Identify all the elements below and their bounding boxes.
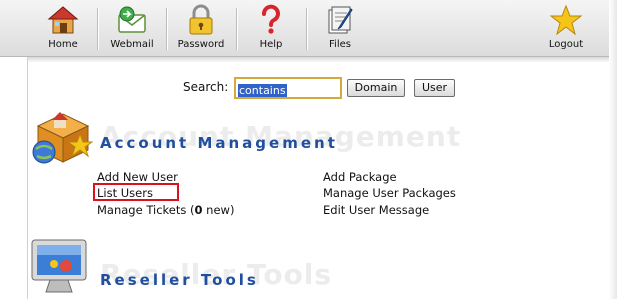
password-button[interactable]: Password bbox=[167, 0, 235, 56]
manage-tickets-suffix: new) bbox=[202, 203, 235, 217]
manage-tickets-prefix: Manage Tickets ( bbox=[97, 203, 195, 217]
search-label: Search: bbox=[183, 80, 229, 94]
files-button[interactable]: Files bbox=[306, 0, 374, 56]
search-input[interactable]: contains bbox=[234, 77, 342, 99]
reseller-tools-title: Reseller Tools bbox=[100, 271, 259, 289]
password-label: Password bbox=[177, 39, 225, 50]
add-new-user-link[interactable]: Add New User bbox=[97, 170, 178, 184]
home-label: Home bbox=[48, 39, 78, 50]
mail-icon bbox=[118, 6, 146, 33]
padlock-icon bbox=[189, 4, 213, 35]
user-search-button[interactable]: User bbox=[414, 79, 455, 97]
help-button[interactable]: Help bbox=[237, 0, 305, 56]
account-management-icon bbox=[32, 112, 94, 164]
domain-search-button[interactable]: Domain bbox=[347, 79, 405, 97]
question-icon bbox=[262, 4, 280, 34]
help-label: Help bbox=[259, 39, 283, 50]
logout-label: Logout bbox=[548, 39, 584, 50]
content-shadow bbox=[28, 57, 609, 63]
files-icon bbox=[328, 6, 353, 34]
star-icon bbox=[549, 4, 583, 36]
window-edge bbox=[609, 0, 617, 299]
search-input-value: contains bbox=[238, 84, 287, 97]
account-management-title: Account Management bbox=[100, 134, 338, 152]
house-icon bbox=[47, 6, 79, 34]
edit-user-message-link[interactable]: Edit User Message bbox=[323, 203, 429, 217]
top-toolbar: Home Webmail Password Help Files Logout bbox=[0, 0, 617, 57]
webmail-label: Webmail bbox=[110, 39, 154, 50]
webmail-button[interactable]: Webmail bbox=[98, 0, 166, 56]
add-package-link[interactable]: Add Package bbox=[323, 170, 397, 184]
files-label: Files bbox=[329, 39, 351, 50]
home-button[interactable]: Home bbox=[29, 0, 97, 56]
tickets-count: 0 bbox=[194, 203, 203, 217]
manage-tickets-link[interactable]: Manage Tickets (0 new) bbox=[97, 203, 234, 217]
reseller-tools-icon bbox=[31, 239, 87, 293]
logout-button[interactable]: Logout bbox=[532, 0, 600, 56]
manage-user-packages-link[interactable]: Manage User Packages bbox=[323, 186, 456, 200]
list-users-highlight bbox=[93, 183, 179, 201]
